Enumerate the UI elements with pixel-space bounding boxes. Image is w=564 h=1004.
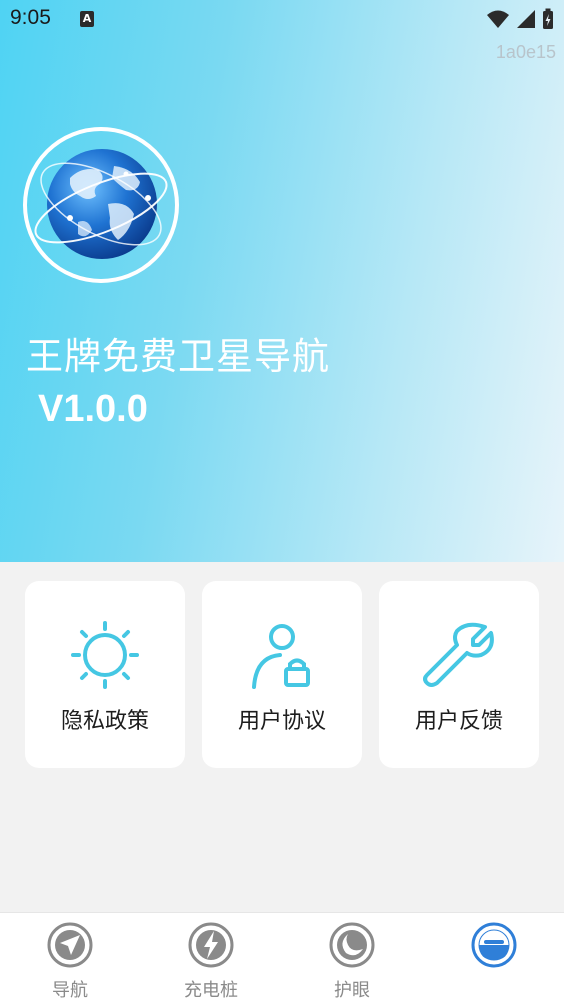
app-name: 王牌免费卫星导航 <box>26 335 330 378</box>
nav-item-profile[interactable] <box>449 921 539 1004</box>
user-lock-icon <box>252 624 310 689</box>
profile-icon <box>471 922 517 968</box>
navigation-icon <box>47 922 93 968</box>
card-label: 用户反馈 <box>414 709 503 734</box>
eye-care-icon <box>329 922 375 968</box>
user-feedback-card[interactable]: 用户反馈 <box>379 581 539 768</box>
user-agreement-card[interactable]: 用户协议 <box>202 581 362 768</box>
notification-icon: A <box>80 11 94 27</box>
card-label: 用户协议 <box>237 709 326 734</box>
card-label: 隐私政策 <box>60 709 149 734</box>
nav-label: 护眼 <box>334 980 370 1001</box>
nav-label: 导航 <box>52 980 88 1001</box>
status-time: 9:05 <box>10 6 51 29</box>
privacy-policy-card[interactable]: 隐私政策 <box>25 581 185 768</box>
wifi-icon <box>487 10 509 28</box>
nav-item-eye-care[interactable]: 护眼 <box>307 921 397 1004</box>
signal-icon <box>517 10 535 28</box>
app-screen: 9:05 A 1a0e15 王牌免费卫星导航 V1.0.0 隐私政策 用户协议 … <box>0 0 564 1004</box>
app-version: V1.0.0 <box>38 388 148 430</box>
globe-icon <box>22 126 180 284</box>
status-icons <box>486 8 554 30</box>
watermark: 1a0e15 <box>495 42 556 62</box>
menu-cards: 隐私政策 用户协议 用户反馈 <box>25 581 539 768</box>
nav-label: 充电桩 <box>184 980 238 1001</box>
nav-item-navigation[interactable]: 导航 <box>25 921 115 1004</box>
nav-item-charging[interactable]: 充电桩 <box>166 921 256 1004</box>
status-bar: 9:05 A <box>0 0 564 40</box>
sun-icon <box>71 621 139 689</box>
wrench-icon <box>423 622 494 687</box>
battery-charging-icon <box>543 8 553 29</box>
bottom-nav: 导航 充电桩 护眼 <box>0 912 564 1004</box>
charging-icon <box>188 922 234 968</box>
header-banner: 9:05 A 1a0e15 王牌免费卫星导航 V1.0.0 <box>0 0 564 562</box>
